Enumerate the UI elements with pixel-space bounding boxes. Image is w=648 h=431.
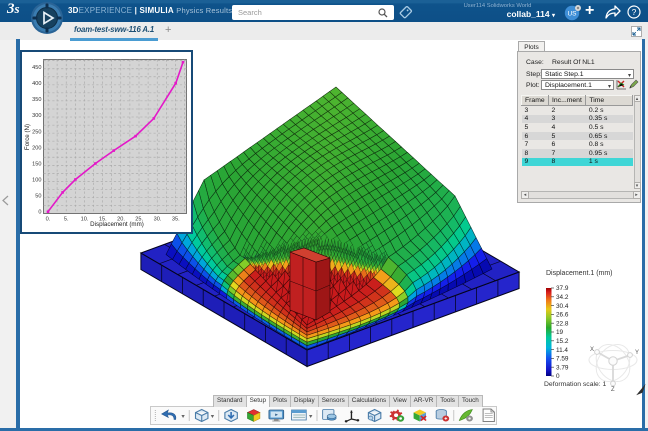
svg-text:350: 350 [32,97,41,103]
svg-text:300: 300 [32,113,41,119]
svg-text:Displacement (mm): Displacement (mm) [90,221,144,228]
svg-text:Y: Y [635,350,639,356]
svg-text:▾: ▾ [211,413,214,420]
svg-text:100: 100 [32,178,41,184]
svg-text:34.2: 34.2 [556,294,569,301]
svg-text:450: 450 [32,65,41,71]
svg-text:150: 150 [32,162,41,168]
svg-text:Displacement.1 (mm): Displacement.1 (mm) [546,270,613,277]
svg-text:22.8: 22.8 [556,320,569,327]
svg-text:0.: 0. [46,217,51,223]
svg-text:400: 400 [32,81,41,87]
svg-text:▾: ▾ [309,413,312,420]
svg-text:Z: Z [611,387,615,392]
svg-text:26.6: 26.6 [556,312,569,319]
svg-text:US: US [567,11,577,18]
svg-text:30.: 30. [154,217,162,223]
svg-text:?: ? [632,7,637,17]
svg-text:37.9: 37.9 [556,285,569,292]
svg-text:10.: 10. [81,217,89,223]
svg-text:3.79: 3.79 [556,364,569,371]
svg-text:35.: 35. [172,217,180,223]
svg-text:5.: 5. [64,217,69,223]
svg-text:X: X [590,347,594,353]
svg-text:50: 50 [35,194,41,200]
svg-text:250: 250 [32,129,41,135]
svg-text:19: 19 [556,329,564,336]
svg-text:11.4: 11.4 [556,347,568,354]
svg-text:0: 0 [38,210,41,216]
svg-text:7.59: 7.59 [556,356,569,363]
svg-text:▾: ▾ [181,413,184,420]
svg-text:Force (N): Force (N) [24,124,31,150]
svg-text:200: 200 [32,145,41,151]
svg-text:15.2: 15.2 [556,338,569,345]
svg-text:0: 0 [556,373,560,380]
svg-text:30.4: 30.4 [556,303,569,310]
